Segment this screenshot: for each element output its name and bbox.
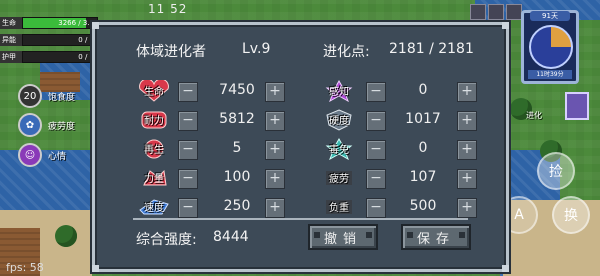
evolution-panel: 体域进化者 Lv.9 进化点: 2181 / 2181 生命 − 7450 + … bbox=[92, 22, 509, 272]
hp-gauge: 3266 / 3... bbox=[22, 17, 98, 29]
panel-divider bbox=[133, 218, 468, 220]
fatigue-status: ✿ 疲劳度 bbox=[18, 113, 75, 137]
mood-status: ☺ 心情 bbox=[18, 143, 66, 167]
panel-corner bbox=[92, 22, 99, 29]
fatigue-label: 疲劳度 bbox=[48, 121, 76, 132]
armor-bar: 护甲 0 / 0 bbox=[0, 50, 98, 64]
increase-button[interactable]: + bbox=[457, 169, 477, 189]
save-button[interactable]: 保存 bbox=[401, 224, 471, 250]
stat-label: 硬度 bbox=[329, 116, 349, 127]
decrease-button[interactable]: − bbox=[366, 111, 386, 131]
hp-value: 3266 / 3... bbox=[58, 19, 94, 27]
evolution-points-label: 进化点: bbox=[323, 44, 370, 60]
mood-label: 心情 bbox=[48, 151, 67, 162]
tree bbox=[55, 225, 77, 247]
armor-gauge: 0 / 0 bbox=[22, 51, 98, 63]
panel-corner bbox=[502, 22, 509, 29]
stat-row-perception: 感知 − 0 + bbox=[95, 79, 506, 103]
energy-bar: 异能 0 / 0 bbox=[0, 33, 98, 47]
day-night-dial bbox=[529, 25, 573, 69]
energy-label: 异能 bbox=[0, 34, 22, 46]
pickup-button[interactable]: 捡 bbox=[537, 152, 575, 190]
stat-value: 0 bbox=[418, 82, 428, 98]
stat-value: 0 bbox=[418, 140, 428, 156]
stat-label: 毒免 bbox=[329, 145, 349, 156]
menu-icon[interactable] bbox=[506, 4, 522, 20]
decrease-button[interactable]: − bbox=[366, 140, 386, 160]
stat-value: 1017 bbox=[405, 111, 441, 127]
hunger-label: 饱食度 bbox=[48, 92, 76, 103]
stat-label: 感知 bbox=[329, 87, 349, 98]
mood-icon: ☺ bbox=[18, 143, 42, 167]
top-toolbar bbox=[470, 4, 522, 20]
time-readout: 11时39分 bbox=[528, 70, 572, 79]
day-counter: 91天 bbox=[530, 11, 570, 21]
save-label: 保存 bbox=[416, 231, 455, 247]
overall-strength-label: 综合强度: bbox=[136, 232, 197, 248]
hp-bar: 生命 3266 / 3... bbox=[0, 16, 98, 30]
fatigue-icon: ✿ bbox=[18, 113, 42, 137]
stat-row-carry-weight: 负重 − 500 + bbox=[95, 195, 506, 219]
increase-button[interactable]: + bbox=[457, 82, 477, 102]
decrease-button[interactable]: − bbox=[366, 198, 386, 218]
increase-button[interactable]: + bbox=[457, 111, 477, 131]
game-clock: 11 52 bbox=[148, 2, 188, 16]
hp-label: 生命 bbox=[0, 17, 22, 29]
carry-weight-icon: 负重 bbox=[321, 196, 357, 218]
stat-label: 疲劳 bbox=[329, 174, 349, 185]
panel-corner bbox=[92, 265, 99, 272]
stat-row-poison-resist: 毒免 − 0 + bbox=[95, 137, 506, 161]
poison-resist-icon: 毒免 bbox=[321, 137, 357, 161]
stat-value: 500 bbox=[409, 198, 437, 214]
overall-strength-value: 8444 bbox=[213, 229, 249, 245]
stat-row-hardness: 硬度 − 1017 + bbox=[95, 108, 506, 132]
button-nub bbox=[314, 232, 320, 238]
backpack-icon[interactable] bbox=[565, 92, 589, 120]
panel-corner bbox=[502, 265, 509, 272]
hunger-icon: 20 bbox=[18, 84, 42, 108]
armor-label: 护甲 bbox=[0, 51, 22, 63]
perception-icon: 感知 bbox=[321, 79, 357, 103]
level: Lv.9 bbox=[242, 41, 271, 57]
evolution-points: 2181 / 2181 bbox=[389, 41, 474, 57]
undo-label: 撤销 bbox=[323, 231, 362, 247]
stat-value: 107 bbox=[409, 169, 437, 185]
menu-icon[interactable] bbox=[488, 4, 504, 20]
hunger-status: 20 饱食度 bbox=[18, 84, 75, 108]
day-night-minimap[interactable]: 91天 11时39分 bbox=[521, 10, 579, 84]
button-nub bbox=[366, 232, 372, 238]
switch-button[interactable]: 换 bbox=[552, 196, 590, 234]
player-status-bars: 生命 3266 / 3... 异能 0 / 0 护甲 0 / 0 bbox=[0, 16, 98, 67]
decrease-button[interactable]: − bbox=[366, 169, 386, 189]
map-label: 进化 bbox=[526, 111, 542, 120]
stat-label: 负重 bbox=[329, 203, 349, 214]
energy-gauge: 0 / 0 bbox=[22, 34, 98, 46]
hardness-icon: 硬度 bbox=[321, 109, 357, 131]
button-nub bbox=[459, 232, 465, 238]
increase-button[interactable]: + bbox=[457, 198, 477, 218]
button-nub bbox=[407, 232, 413, 238]
increase-button[interactable]: + bbox=[457, 140, 477, 160]
decrease-button[interactable]: − bbox=[366, 82, 386, 102]
stat-row-fatigue: 疲劳 − 107 + bbox=[95, 166, 506, 190]
fps-counter: fps: 58 bbox=[6, 261, 44, 274]
undo-button[interactable]: 撤销 bbox=[308, 224, 378, 250]
fatigue-stat-icon: 疲劳 bbox=[321, 167, 357, 189]
menu-icon[interactable] bbox=[470, 4, 486, 20]
class-title: 体域进化者 bbox=[136, 44, 206, 60]
